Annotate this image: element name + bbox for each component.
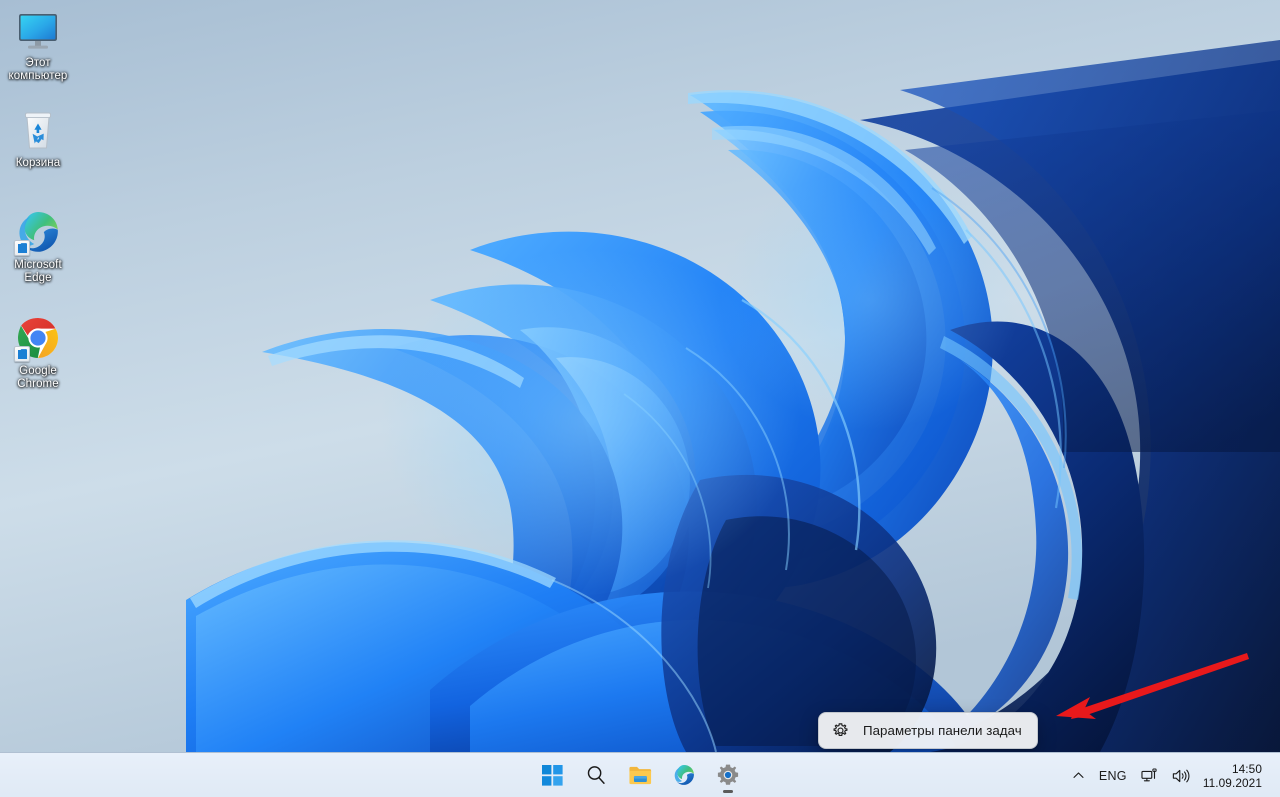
running-indicator bbox=[723, 790, 733, 793]
volume-button[interactable] bbox=[1165, 758, 1197, 794]
network-button[interactable] bbox=[1134, 758, 1165, 794]
language-label: ENG bbox=[1098, 768, 1127, 783]
gear-icon bbox=[717, 764, 739, 785]
desktop-icon-label: Google Chrome bbox=[17, 365, 59, 390]
shortcut-arrow-icon bbox=[19, 243, 27, 251]
clock-time: 14:50 bbox=[1231, 761, 1262, 776]
taskbar[interactable]: ENG 14:50 11.09.2021 bbox=[0, 752, 1280, 797]
edge-button[interactable] bbox=[664, 755, 704, 795]
tray-overflow-button[interactable] bbox=[1065, 758, 1092, 794]
network-icon bbox=[1141, 768, 1157, 781]
start-button[interactable] bbox=[532, 755, 572, 795]
system-tray: ENG 14:50 11.09.2021 bbox=[1065, 753, 1280, 797]
microsoft-edge-icon bbox=[14, 208, 62, 256]
taskbar-context-menu[interactable]: Параметры панели задач bbox=[818, 712, 1038, 749]
windows-logo-icon bbox=[541, 764, 563, 786]
context-menu-item-taskbar-settings[interactable]: Параметры панели задач bbox=[863, 723, 1022, 738]
desktop-wallpaper[interactable] bbox=[0, 0, 1280, 752]
clock-date: 11.09.2021 bbox=[1202, 775, 1262, 790]
shortcut-arrow-icon bbox=[19, 349, 27, 357]
file-explorer-button[interactable] bbox=[620, 755, 660, 795]
chevron-up-icon bbox=[1073, 772, 1084, 778]
wallpaper-bloom-art bbox=[0, 0, 1280, 752]
shortcut-overlay-icon bbox=[14, 240, 30, 256]
microsoft-edge-icon bbox=[674, 765, 694, 785]
taskbar-center-buttons bbox=[532, 755, 748, 795]
recycle-bin-icon bbox=[14, 106, 62, 154]
volume-icon bbox=[1172, 769, 1190, 782]
desktop-screen: Этот компьютер Корзина Microsoft Edge Go… bbox=[0, 0, 1280, 797]
desktop-icon-label: Этот компьютер bbox=[8, 57, 68, 82]
desktop-icon-microsoft-edge[interactable]: Microsoft Edge bbox=[0, 208, 76, 284]
settings-button[interactable] bbox=[708, 755, 748, 795]
desktop-icon-recycle-bin[interactable]: Корзина bbox=[0, 106, 76, 170]
search-icon bbox=[587, 766, 605, 784]
desktop-icon-label: Корзина bbox=[15, 157, 61, 169]
desktop-icon-label: Microsoft Edge bbox=[14, 259, 62, 284]
gear-icon bbox=[832, 722, 849, 739]
folder-icon bbox=[628, 766, 651, 784]
desktop-icon-this-pc[interactable]: Этот компьютер bbox=[0, 6, 76, 82]
language-indicator-button[interactable]: ENG bbox=[1092, 758, 1134, 794]
desktop-icon-google-chrome[interactable]: Google Chrome bbox=[0, 314, 76, 390]
this-pc-monitor-icon bbox=[14, 6, 62, 54]
clock-and-date[interactable]: 14:50 11.09.2021 bbox=[1197, 758, 1272, 794]
search-button[interactable] bbox=[576, 755, 616, 795]
shortcut-overlay-icon bbox=[14, 346, 30, 362]
google-chrome-icon bbox=[14, 314, 62, 362]
